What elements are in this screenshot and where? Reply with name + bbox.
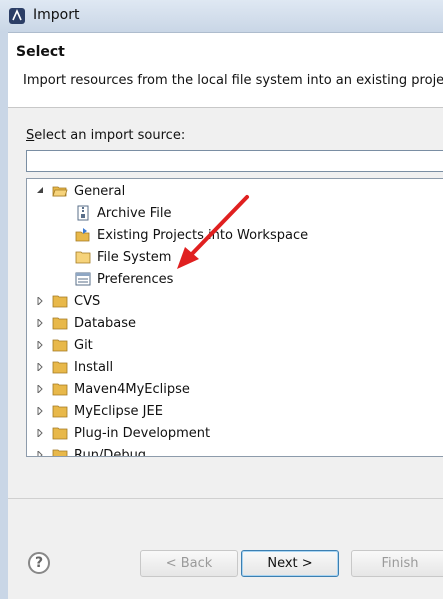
collapsed-triangle-icon[interactable]	[35, 450, 45, 456]
tree-item-database[interactable]: Database	[35, 312, 136, 334]
window-title: Import	[33, 7, 80, 23]
title-bar: Import	[0, 0, 443, 33]
finish-button[interactable]: Finish	[351, 550, 443, 577]
tree-item-label: File System	[97, 249, 172, 265]
page-title: Select	[16, 44, 65, 60]
tree-item-label: Plug-in Development	[74, 425, 211, 441]
tree-item-maven4myeclipse[interactable]: Maven4MyEclipse	[35, 378, 190, 400]
tree-item-myeclipse-jee[interactable]: MyEclipse JEE	[35, 400, 163, 422]
folder-icon	[52, 361, 68, 374]
tree-item-label: Preferences	[97, 271, 174, 287]
tree-item-label: Git	[74, 337, 93, 353]
tree-item-label: Run/Debug	[74, 447, 147, 457]
folder-icon	[52, 449, 68, 456]
folder-icon	[52, 339, 68, 352]
tree-item-label: Maven4MyEclipse	[74, 381, 190, 397]
folder-icon	[52, 295, 68, 308]
tree-item-archive-file[interactable]: Archive File	[75, 202, 172, 224]
back-button[interactable]: < Back	[140, 550, 238, 577]
next-button[interactable]: Next >	[241, 550, 339, 577]
collapsed-triangle-icon[interactable]	[35, 384, 45, 394]
existing-project-icon	[75, 228, 90, 242]
tree-item-label: CVS	[74, 293, 101, 309]
tree-item-label: Existing Projects into Workspace	[97, 227, 309, 243]
tree-item-label: Install	[74, 359, 114, 375]
archive-file-icon	[77, 205, 89, 221]
tree-item-file-system[interactable]: File System	[75, 246, 172, 268]
folder-icon	[75, 251, 91, 264]
collapsed-triangle-icon[interactable]	[35, 318, 45, 328]
preferences-icon	[75, 272, 91, 286]
import-source-label-text: elect an import source:	[34, 128, 186, 143]
tree-item-label: Archive File	[97, 205, 172, 221]
collapsed-triangle-icon[interactable]	[35, 362, 45, 372]
collapsed-triangle-icon[interactable]	[35, 340, 45, 350]
tree-item-label: General	[74, 183, 126, 199]
page-description: Import resources from the local file sys…	[23, 73, 443, 88]
finish-button-label: Finish	[381, 556, 419, 571]
folder-icon	[52, 383, 68, 396]
tree-item-label: MyEclipse JEE	[74, 403, 163, 419]
folder-icon	[52, 427, 68, 440]
help-button[interactable]: ?	[28, 552, 50, 574]
next-button-label: Next >	[267, 556, 313, 571]
wizard-header: Select Import resources from the local f…	[8, 33, 443, 108]
tree-item-preferences[interactable]: Preferences	[75, 268, 173, 290]
back-button-label: < Back	[165, 556, 213, 571]
tree-item-general[interactable]: General	[35, 180, 125, 202]
collapsed-triangle-icon[interactable]	[35, 406, 45, 416]
tree-item-install[interactable]: Install	[35, 356, 113, 378]
collapsed-triangle-icon[interactable]	[35, 296, 45, 306]
folder-icon	[52, 317, 68, 330]
tree-item-existing-projects[interactable]: Existing Projects into Workspace	[75, 224, 308, 246]
tree-item-git[interactable]: Git	[35, 334, 93, 356]
wizard-body: Select an import source: General Archive…	[8, 108, 443, 599]
tree-item-label: Database	[74, 315, 137, 331]
tree-item-cvs[interactable]: CVS	[35, 290, 100, 312]
tree-item-run-debug[interactable]: Run/Debug	[35, 444, 147, 457]
folder-open-icon	[52, 186, 68, 197]
collapsed-triangle-icon[interactable]	[35, 428, 45, 438]
tree-item-plugin-development[interactable]: Plug-in Development	[35, 422, 210, 444]
filter-input[interactable]	[26, 150, 443, 172]
import-source-tree[interactable]: General Archive File Existing Projects i…	[26, 178, 443, 457]
footer-separator	[8, 498, 443, 499]
eclipse-logo-icon	[9, 8, 25, 24]
folder-icon	[52, 405, 68, 418]
expanded-triangle-icon[interactable]	[35, 186, 45, 196]
window-frame	[0, 32, 8, 599]
import-source-label: Select an import source:	[26, 128, 185, 143]
